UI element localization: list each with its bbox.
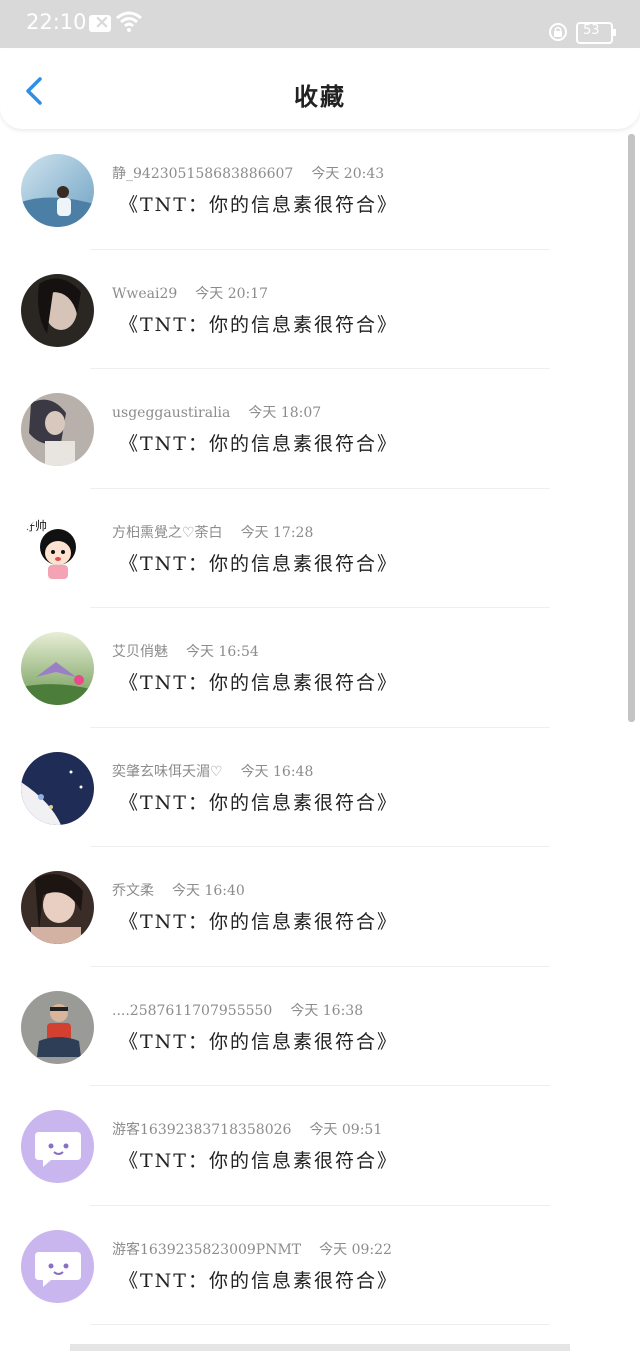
- item-meta: 游客1639238371835802​6 今天 09:51: [112, 1119, 382, 1139]
- list-item[interactable]: 好帅 方桕熏覺之♡荼白 今天 17:28 《TNT：你的信息素很符合》: [0, 489, 640, 608]
- status-time: 22:10: [26, 10, 87, 34]
- item-meta: 游客1639235823009PNMT 今天 09:22: [112, 1239, 392, 1259]
- user-name: Wweai29: [112, 285, 178, 302]
- item-message: 《TNT：你的信息素很符合》: [119, 791, 398, 814]
- divider: [90, 1324, 550, 1325]
- user-name: 游客1639238371835802​6: [112, 1122, 292, 1138]
- list-item[interactable]: Wweai29 今天 20:17 《TNT：你的信息素很符合》: [0, 250, 640, 369]
- user-name: 奕肇玄味佴夭湄♡: [112, 763, 223, 780]
- list-item[interactable]: 艾贝俏魅 今天 16:54 《TNT：你的信息素很符合》: [0, 608, 640, 728]
- item-meta: 方桕熏覺之♡荼白 今天 17:28: [112, 522, 313, 542]
- item-date: 今天 16:38: [290, 1002, 364, 1019]
- item-message: 《TNT：你的信息素很符合》: [119, 433, 398, 455]
- item-date: 今天 20:17: [195, 285, 269, 302]
- item-meta: usgeggaustiralia 今天 18:07: [112, 402, 321, 422]
- user-name: usgeggaustiralia: [112, 405, 231, 421]
- item-message: 《TNT：你的信息素很符合》: [119, 552, 398, 575]
- avatar: [21, 273, 94, 347]
- avatar: 好帅: [21, 512, 94, 586]
- item-meta: 艾贝俏魅 今天 16:54: [112, 641, 259, 661]
- user-name: 乔文柔: [112, 883, 154, 899]
- item-date: 今天 16:54: [186, 644, 259, 660]
- item-meta: 静_94230515868388660​7 今天 20:43: [112, 163, 384, 183]
- item-meta: 乔文柔 今天 16:40: [112, 880, 245, 900]
- battery-level: 53: [583, 23, 600, 38]
- avatar: [21, 154, 94, 227]
- item-message: 《TNT：你的信息素很符合》: [119, 194, 398, 216]
- page-title: 收藏: [294, 82, 346, 111]
- scrollbar[interactable]: [628, 134, 635, 722]
- item-meta: 奕肇玄味佴夭湄♡ 今天 16:48: [112, 761, 313, 781]
- avatar: [21, 1110, 94, 1183]
- status-bar: 22:10 53: [0, 0, 640, 48]
- avatar: [21, 393, 94, 466]
- item-message: 《TNT：你的信息素很符合》: [119, 1030, 398, 1053]
- item-message: 《TNT：你的信息素很符合》: [119, 1269, 398, 1292]
- item-date: 今天 17:28: [240, 524, 314, 541]
- item-date: 今天 16:48: [240, 763, 314, 780]
- avatar: [21, 1229, 94, 1303]
- wifi-icon: [116, 11, 142, 32]
- list-item[interactable]: 游客1639238371835802​6 今天 09:51 《TNT：你的信息素很…: [0, 1086, 640, 1206]
- notification-icon: [89, 11, 111, 33]
- navigation-bar: 收藏: [0, 49, 640, 129]
- battery-icon: 53: [576, 22, 616, 44]
- item-message: 《TNT：你的信息素很符合》: [119, 911, 398, 933]
- user-name: 静_94230515868388660​7: [112, 166, 294, 182]
- avatar: [21, 632, 94, 705]
- list-item[interactable]: usgeggaustiralia 今天 18:07 《TNT：你的信息素很符合》: [0, 369, 640, 489]
- avatar: [21, 990, 94, 1064]
- user-name: 游客1639235823009PNMT: [112, 1241, 302, 1258]
- rotation-lock-icon: [549, 23, 567, 41]
- avatar: [21, 751, 94, 825]
- user-name: 方桕熏覺之♡荼白: [112, 524, 223, 541]
- avatar-cartoon-text: 好帅: [23, 519, 47, 533]
- partial-list-item: [70, 1344, 570, 1351]
- item-message: 《TNT：你的信息素很符合》: [119, 313, 398, 336]
- list-item[interactable]: 游客1639235823009PNMT 今天 09:22 《TNT：你的信息素很符…: [0, 1206, 640, 1325]
- item-date: 今天 09:51: [309, 1122, 383, 1138]
- avatar: [21, 871, 94, 944]
- user-name: 艾贝俏魅: [112, 644, 168, 660]
- user-name: ....2587611707955550: [112, 1002, 273, 1019]
- item-date: 今天 16:40: [172, 883, 245, 899]
- item-meta: ....2587611707955550 今天 16:38: [112, 1000, 363, 1020]
- item-date: 今天 18:07: [248, 405, 322, 421]
- list-item[interactable]: 奕肇玄味佴夭湄♡ 今天 16:48 《TNT：你的信息素很符合》: [0, 728, 640, 847]
- list-item[interactable]: 乔文柔 今天 16:40 《TNT：你的信息素很符合》: [0, 847, 640, 967]
- list-item[interactable]: ....2587611707955550 今天 16:38 《TNT：你的信息素很…: [0, 967, 640, 1086]
- item-message: 《TNT：你的信息素很符合》: [119, 1150, 398, 1172]
- item-date: 今天 09:22: [319, 1241, 392, 1258]
- item-date: 今天 20:43: [311, 166, 385, 182]
- list-item[interactable]: 静_94230515868388660​7 今天 20:43 《TNT：你的信息素…: [0, 130, 640, 250]
- item-message: 《TNT：你的信息素很符合》: [119, 672, 398, 694]
- favorites-list: 静_94230515868388660​7 今天 20:43 《TNT：你的信息素…: [0, 130, 640, 1325]
- item-meta: Wweai29 今天 20:17: [112, 283, 268, 303]
